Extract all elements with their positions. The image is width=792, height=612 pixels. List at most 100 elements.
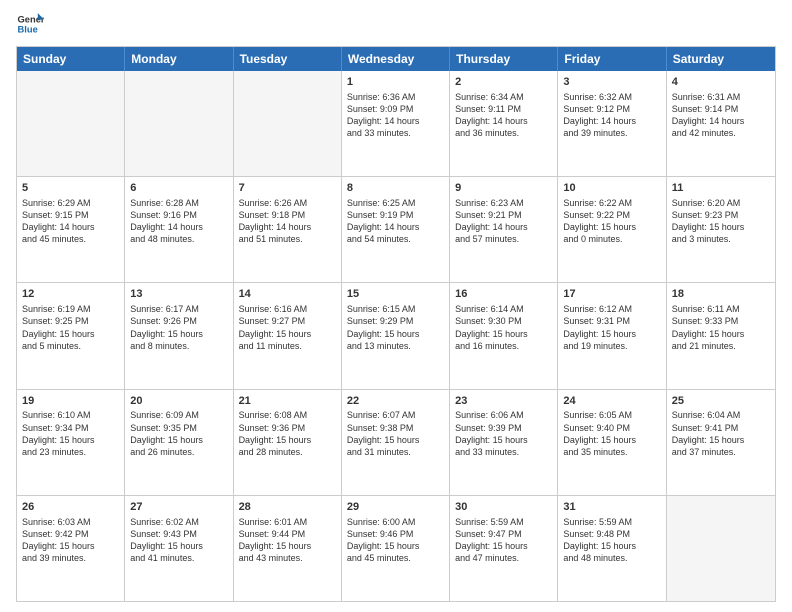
calendar-cell: 30Sunrise: 5:59 AM Sunset: 9:47 PM Dayli… bbox=[450, 496, 558, 601]
weekday-header: Friday bbox=[558, 47, 666, 71]
header: General Blue bbox=[16, 10, 776, 38]
day-info: Sunrise: 5:59 AM Sunset: 9:48 PM Dayligh… bbox=[563, 516, 660, 565]
day-info: Sunrise: 6:01 AM Sunset: 9:44 PM Dayligh… bbox=[239, 516, 336, 565]
day-number: 9 bbox=[455, 181, 552, 196]
calendar: SundayMondayTuesdayWednesdayThursdayFrid… bbox=[16, 46, 776, 602]
logo: General Blue bbox=[16, 10, 48, 38]
calendar-cell: 9Sunrise: 6:23 AM Sunset: 9:21 PM Daylig… bbox=[450, 177, 558, 282]
day-info: Sunrise: 6:05 AM Sunset: 9:40 PM Dayligh… bbox=[563, 409, 660, 458]
day-number: 27 bbox=[130, 500, 227, 515]
day-info: Sunrise: 6:25 AM Sunset: 9:19 PM Dayligh… bbox=[347, 197, 444, 246]
day-info: Sunrise: 6:16 AM Sunset: 9:27 PM Dayligh… bbox=[239, 303, 336, 352]
calendar-cell: 6Sunrise: 6:28 AM Sunset: 9:16 PM Daylig… bbox=[125, 177, 233, 282]
calendar-cell: 13Sunrise: 6:17 AM Sunset: 9:26 PM Dayli… bbox=[125, 283, 233, 388]
calendar-cell: 3Sunrise: 6:32 AM Sunset: 9:12 PM Daylig… bbox=[558, 71, 666, 176]
weekday-header: Thursday bbox=[450, 47, 558, 71]
weekday-header: Tuesday bbox=[234, 47, 342, 71]
calendar-cell: 11Sunrise: 6:20 AM Sunset: 9:23 PM Dayli… bbox=[667, 177, 775, 282]
day-number: 17 bbox=[563, 287, 660, 302]
day-info: Sunrise: 6:19 AM Sunset: 9:25 PM Dayligh… bbox=[22, 303, 119, 352]
calendar-row: 19Sunrise: 6:10 AM Sunset: 9:34 PM Dayli… bbox=[17, 389, 775, 495]
day-number: 26 bbox=[22, 500, 119, 515]
weekday-header: Saturday bbox=[667, 47, 775, 71]
calendar-cell: 25Sunrise: 6:04 AM Sunset: 9:41 PM Dayli… bbox=[667, 390, 775, 495]
day-number: 5 bbox=[22, 181, 119, 196]
calendar-cell: 5Sunrise: 6:29 AM Sunset: 9:15 PM Daylig… bbox=[17, 177, 125, 282]
day-info: Sunrise: 6:02 AM Sunset: 9:43 PM Dayligh… bbox=[130, 516, 227, 565]
day-number: 6 bbox=[130, 181, 227, 196]
calendar-cell: 20Sunrise: 6:09 AM Sunset: 9:35 PM Dayli… bbox=[125, 390, 233, 495]
day-info: Sunrise: 6:11 AM Sunset: 9:33 PM Dayligh… bbox=[672, 303, 770, 352]
calendar-cell bbox=[17, 71, 125, 176]
day-number: 3 bbox=[563, 75, 660, 90]
day-info: Sunrise: 6:23 AM Sunset: 9:21 PM Dayligh… bbox=[455, 197, 552, 246]
day-number: 2 bbox=[455, 75, 552, 90]
day-number: 28 bbox=[239, 500, 336, 515]
calendar-cell: 10Sunrise: 6:22 AM Sunset: 9:22 PM Dayli… bbox=[558, 177, 666, 282]
day-info: Sunrise: 6:14 AM Sunset: 9:30 PM Dayligh… bbox=[455, 303, 552, 352]
calendar-cell: 16Sunrise: 6:14 AM Sunset: 9:30 PM Dayli… bbox=[450, 283, 558, 388]
svg-text:Blue: Blue bbox=[18, 25, 38, 35]
calendar-header: SundayMondayTuesdayWednesdayThursdayFrid… bbox=[17, 47, 775, 71]
day-number: 4 bbox=[672, 75, 770, 90]
day-number: 8 bbox=[347, 181, 444, 196]
day-info: Sunrise: 6:10 AM Sunset: 9:34 PM Dayligh… bbox=[22, 409, 119, 458]
day-number: 7 bbox=[239, 181, 336, 196]
day-info: Sunrise: 6:07 AM Sunset: 9:38 PM Dayligh… bbox=[347, 409, 444, 458]
calendar-cell: 22Sunrise: 6:07 AM Sunset: 9:38 PM Dayli… bbox=[342, 390, 450, 495]
day-info: Sunrise: 6:22 AM Sunset: 9:22 PM Dayligh… bbox=[563, 197, 660, 246]
calendar-cell bbox=[125, 71, 233, 176]
calendar-cell: 15Sunrise: 6:15 AM Sunset: 9:29 PM Dayli… bbox=[342, 283, 450, 388]
day-info: Sunrise: 6:12 AM Sunset: 9:31 PM Dayligh… bbox=[563, 303, 660, 352]
calendar-cell: 4Sunrise: 6:31 AM Sunset: 9:14 PM Daylig… bbox=[667, 71, 775, 176]
day-number: 19 bbox=[22, 394, 119, 409]
day-info: Sunrise: 6:04 AM Sunset: 9:41 PM Dayligh… bbox=[672, 409, 770, 458]
day-info: Sunrise: 6:36 AM Sunset: 9:09 PM Dayligh… bbox=[347, 91, 444, 140]
calendar-cell: 26Sunrise: 6:03 AM Sunset: 9:42 PM Dayli… bbox=[17, 496, 125, 601]
weekday-header: Monday bbox=[125, 47, 233, 71]
day-info: Sunrise: 6:31 AM Sunset: 9:14 PM Dayligh… bbox=[672, 91, 770, 140]
day-info: Sunrise: 6:08 AM Sunset: 9:36 PM Dayligh… bbox=[239, 409, 336, 458]
day-number: 22 bbox=[347, 394, 444, 409]
calendar-row: 12Sunrise: 6:19 AM Sunset: 9:25 PM Dayli… bbox=[17, 282, 775, 388]
calendar-cell: 24Sunrise: 6:05 AM Sunset: 9:40 PM Dayli… bbox=[558, 390, 666, 495]
day-number: 23 bbox=[455, 394, 552, 409]
calendar-cell: 31Sunrise: 5:59 AM Sunset: 9:48 PM Dayli… bbox=[558, 496, 666, 601]
day-info: Sunrise: 6:09 AM Sunset: 9:35 PM Dayligh… bbox=[130, 409, 227, 458]
day-info: Sunrise: 6:15 AM Sunset: 9:29 PM Dayligh… bbox=[347, 303, 444, 352]
day-number: 20 bbox=[130, 394, 227, 409]
calendar-cell: 18Sunrise: 6:11 AM Sunset: 9:33 PM Dayli… bbox=[667, 283, 775, 388]
calendar-cell bbox=[234, 71, 342, 176]
calendar-cell: 21Sunrise: 6:08 AM Sunset: 9:36 PM Dayli… bbox=[234, 390, 342, 495]
calendar-cell: 19Sunrise: 6:10 AM Sunset: 9:34 PM Dayli… bbox=[17, 390, 125, 495]
calendar-cell: 14Sunrise: 6:16 AM Sunset: 9:27 PM Dayli… bbox=[234, 283, 342, 388]
day-number: 12 bbox=[22, 287, 119, 302]
calendar-row: 5Sunrise: 6:29 AM Sunset: 9:15 PM Daylig… bbox=[17, 176, 775, 282]
calendar-cell: 2Sunrise: 6:34 AM Sunset: 9:11 PM Daylig… bbox=[450, 71, 558, 176]
day-info: Sunrise: 6:32 AM Sunset: 9:12 PM Dayligh… bbox=[563, 91, 660, 140]
day-number: 15 bbox=[347, 287, 444, 302]
day-number: 24 bbox=[563, 394, 660, 409]
weekday-header: Sunday bbox=[17, 47, 125, 71]
calendar-cell: 27Sunrise: 6:02 AM Sunset: 9:43 PM Dayli… bbox=[125, 496, 233, 601]
calendar-cell: 23Sunrise: 6:06 AM Sunset: 9:39 PM Dayli… bbox=[450, 390, 558, 495]
day-info: Sunrise: 6:29 AM Sunset: 9:15 PM Dayligh… bbox=[22, 197, 119, 246]
day-info: Sunrise: 6:00 AM Sunset: 9:46 PM Dayligh… bbox=[347, 516, 444, 565]
day-info: Sunrise: 6:06 AM Sunset: 9:39 PM Dayligh… bbox=[455, 409, 552, 458]
day-info: Sunrise: 5:59 AM Sunset: 9:47 PM Dayligh… bbox=[455, 516, 552, 565]
calendar-row: 1Sunrise: 6:36 AM Sunset: 9:09 PM Daylig… bbox=[17, 71, 775, 176]
day-info: Sunrise: 6:28 AM Sunset: 9:16 PM Dayligh… bbox=[130, 197, 227, 246]
calendar-cell: 28Sunrise: 6:01 AM Sunset: 9:44 PM Dayli… bbox=[234, 496, 342, 601]
day-number: 29 bbox=[347, 500, 444, 515]
day-number: 30 bbox=[455, 500, 552, 515]
logo-icon: General Blue bbox=[16, 10, 44, 38]
day-number: 14 bbox=[239, 287, 336, 302]
day-number: 21 bbox=[239, 394, 336, 409]
calendar-row: 26Sunrise: 6:03 AM Sunset: 9:42 PM Dayli… bbox=[17, 495, 775, 601]
calendar-cell: 29Sunrise: 6:00 AM Sunset: 9:46 PM Dayli… bbox=[342, 496, 450, 601]
day-number: 13 bbox=[130, 287, 227, 302]
calendar-cell: 7Sunrise: 6:26 AM Sunset: 9:18 PM Daylig… bbox=[234, 177, 342, 282]
day-info: Sunrise: 6:17 AM Sunset: 9:26 PM Dayligh… bbox=[130, 303, 227, 352]
day-number: 10 bbox=[563, 181, 660, 196]
day-number: 16 bbox=[455, 287, 552, 302]
